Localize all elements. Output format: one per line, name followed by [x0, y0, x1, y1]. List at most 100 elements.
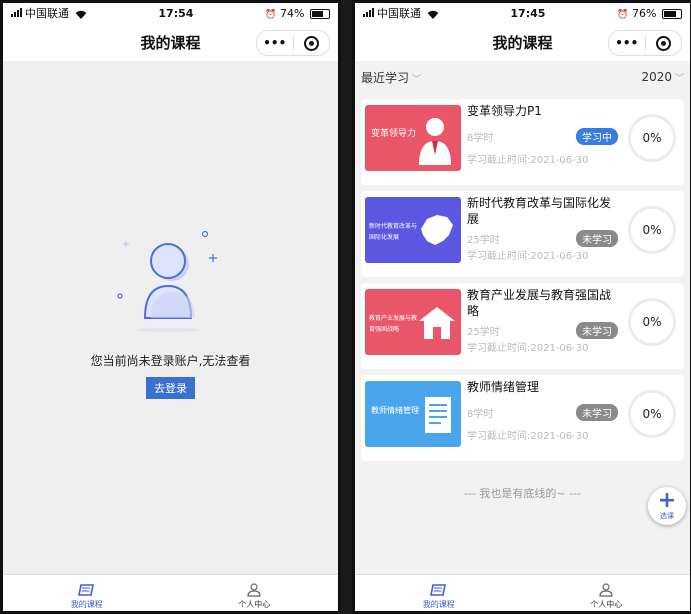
more-button[interactable]: ••• — [257, 32, 293, 54]
tab-label: 我的课程 — [422, 600, 455, 609]
course-deadline: 学习截止时间:2021-06-30 — [467, 155, 589, 166]
year-filter-label: 2020 — [641, 70, 672, 84]
tab-bar: 我的课程 个人中心 — [3, 574, 338, 611]
select-course-button[interactable]: + 选课 — [648, 487, 686, 525]
wifi-icon — [427, 10, 438, 19]
year-filter[interactable]: 2020 ﹀ — [641, 70, 684, 84]
book-icon — [429, 584, 446, 596]
battery-icon — [310, 8, 330, 19]
tab-my-courses[interactable]: 我的课程 — [355, 575, 523, 611]
progress-ring: 0% — [628, 114, 676, 162]
status-badge: 未学习 — [576, 404, 618, 421]
tab-profile[interactable]: 个人中心 — [523, 575, 691, 611]
battery-icon — [662, 8, 682, 19]
page-title: 我的课程 — [492, 33, 553, 52]
school-building-icon — [419, 307, 455, 339]
cover-text: 教育产业发展与教育强国战略 — [369, 315, 418, 333]
progress-label: 0% — [642, 131, 662, 145]
tab-label: 我的课程 — [70, 600, 103, 609]
status-badge: 未学习 — [576, 230, 618, 247]
empty-state: 您当前尚未登录账户,无法查看 去登录 — [3, 226, 338, 399]
nav-bar: 我的课程 ••• — [355, 23, 690, 61]
end-of-list-text: --- 我也是有底线的~ --- — [463, 487, 582, 500]
mini-program-capsule: ••• — [608, 30, 682, 56]
course-title: 变革领导力P1 — [467, 104, 542, 118]
course-cover: 教育产业发展与教育强国战略 — [365, 289, 461, 355]
course-hours: 25学时 — [467, 327, 500, 338]
chevron-down-icon: ﹀ — [412, 74, 422, 85]
status-bar: 中国联通 17:54 ⏰ 74% — [3, 3, 338, 23]
carrier-info: 中国联通 — [363, 5, 439, 21]
course-title: 教师情绪管理 — [467, 380, 540, 394]
course-title: 新时代教育改革与国际化发展 — [467, 196, 612, 226]
status-badge: 未学习 — [576, 322, 618, 339]
course-cover: 新时代教育改革与国际化发展 — [365, 197, 461, 263]
tab-bar: 我的课程 个人中心 — [355, 574, 690, 611]
chevron-down-icon: ﹀ — [674, 74, 684, 84]
carrier-info: 中国联通 — [11, 5, 87, 21]
progress-ring: 0% — [628, 298, 676, 346]
course-hours: 25学时 — [467, 235, 500, 246]
more-button[interactable]: ••• — [609, 32, 645, 54]
person-icon — [599, 583, 613, 597]
left-screen: 中国联通 17:54 ⏰ 74% 我的课程 ••• 您当前尚未登录账户,无法查看… — [0, 0, 341, 614]
target-icon — [655, 36, 671, 51]
carrier-label: 中国联通 — [377, 7, 421, 20]
course-card[interactable]: 变革领导力 变革领导力P1 8学时 学习中 学习截止时间:2021-06-30 … — [361, 99, 684, 185]
course-deadline: 学习截止时间:2021-06-30 — [467, 251, 589, 262]
filter-bar: 最近学习 ﹀ 2020 ﹀ — [355, 61, 690, 93]
progress-ring: 0% — [628, 390, 676, 438]
china-map-icon — [421, 215, 453, 245]
page-title: 我的课程 — [140, 33, 201, 52]
course-hours: 8学时 — [467, 133, 494, 144]
recent-filter-label: 最近学习 — [361, 70, 410, 85]
course-card[interactable]: 教师情绪管理 教师情绪管理 8学时 未学习 学习截止时间:2021-06-30 … — [361, 375, 684, 461]
tab-label: 个人中心 — [238, 600, 271, 609]
status-time: 17:45 — [510, 6, 546, 20]
person-icon — [247, 583, 261, 597]
mini-program-capsule: ••• — [256, 30, 330, 56]
tab-profile[interactable]: 个人中心 — [171, 575, 339, 611]
progress-ring: 0% — [628, 206, 676, 254]
carrier-label: 中国联通 — [25, 7, 69, 20]
close-button[interactable] — [294, 32, 330, 54]
progress-label: 0% — [642, 407, 662, 421]
alarm-icon: ⏰ — [617, 9, 629, 20]
signal-icon — [11, 8, 22, 17]
course-cover: 变革领导力 — [365, 105, 461, 171]
battery-label: 76% — [632, 6, 657, 20]
cover-text: 教师情绪管理 — [371, 406, 419, 415]
book-icon — [77, 584, 94, 596]
course-card[interactable]: 新时代教育改革与国际化发展 新时代教育改革与国际化发展 25学时 未学习 学习截… — [361, 191, 684, 277]
plus-icon: + — [657, 488, 677, 513]
close-button[interactable] — [646, 32, 682, 54]
tab-my-courses[interactable]: 我的课程 — [3, 575, 171, 611]
main-content: 您当前尚未登录账户,无法查看 去登录 — [3, 61, 338, 575]
recent-filter[interactable]: 最近学习 ﹀ — [361, 69, 421, 86]
progress-label: 0% — [642, 223, 662, 237]
course-deadline: 学习截止时间:2021-06-30 — [467, 431, 589, 442]
empty-message: 您当前尚未登录账户,无法查看 — [90, 354, 251, 368]
course-hours: 8学时 — [467, 409, 494, 420]
login-button[interactable]: 去登录 — [146, 377, 195, 399]
signal-icon — [363, 8, 374, 17]
cover-text: 新时代教育改革与国际化发展 — [369, 223, 418, 241]
battery-info: ⏰ 76% — [617, 7, 682, 20]
course-title: 教育产业发展与教育强国战略 — [467, 288, 612, 318]
fab-label: 选课 — [660, 512, 674, 520]
nav-bar: 我的课程 ••• — [3, 23, 338, 61]
cover-text: 变革领导力 — [371, 129, 417, 139]
course-card[interactable]: 教育产业发展与教育强国战略 教育产业发展与教育强国战略 25学时 未学习 学习截… — [361, 283, 684, 369]
status-badge: 学习中 — [576, 128, 618, 145]
alarm-icon: ⏰ — [265, 9, 277, 20]
tab-label: 个人中心 — [590, 600, 623, 609]
progress-label: 0% — [642, 315, 662, 329]
user-placeholder-icon — [116, 230, 217, 332]
target-icon — [303, 36, 319, 51]
teacher-illustration-icon — [419, 118, 451, 165]
wifi-icon — [75, 10, 86, 19]
right-screen: 中国联通 17:45 ⏰ 76% 我的课程 ••• 最近学习 ﹀ 2020 ﹀ 变革… — [352, 0, 691, 614]
status-bar: 中国联通 17:45 ⏰ 76% — [355, 3, 690, 23]
course-deadline: 学习截止时间:2021-06-30 — [467, 343, 589, 354]
course-cover: 教师情绪管理 — [365, 381, 461, 447]
